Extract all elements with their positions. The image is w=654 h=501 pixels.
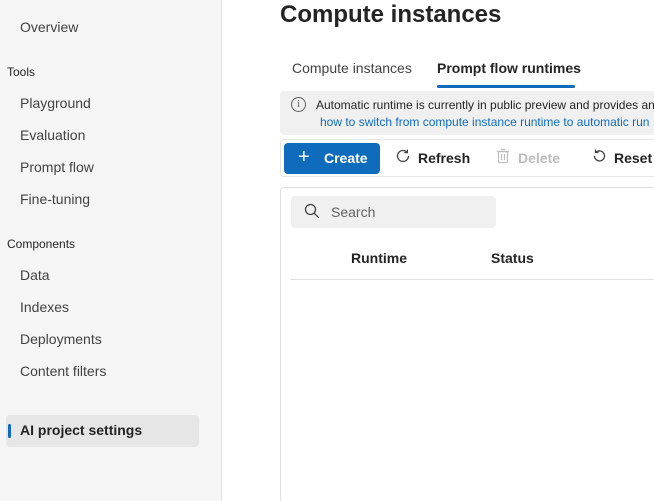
- nav-item-overview[interactable]: Overview: [20, 18, 78, 36]
- header-divider: [291, 279, 654, 280]
- nav-item-evaluation[interactable]: Evaluation: [20, 126, 85, 144]
- column-header-runtime[interactable]: Runtime: [351, 250, 407, 266]
- create-button[interactable]: + Create: [284, 143, 380, 174]
- banner-link[interactable]: how to switch from compute instance runt…: [320, 115, 649, 129]
- nav-item-fine-tuning[interactable]: Fine-tuning: [20, 190, 90, 208]
- active-indicator: [8, 424, 11, 438]
- banner-message: Automatic runtime is currently in public…: [316, 98, 654, 112]
- nav-item-data[interactable]: Data: [20, 266, 50, 284]
- create-label: Create: [324, 150, 368, 166]
- nav-item-content-filters[interactable]: Content filters: [20, 362, 106, 380]
- trash-icon: [494, 147, 512, 169]
- undo-icon: [590, 147, 608, 169]
- nav-item-playground[interactable]: Playground: [20, 94, 91, 112]
- search-input[interactable]: [331, 202, 481, 222]
- delete-label: Delete: [518, 150, 561, 166]
- plus-icon: +: [298, 146, 310, 168]
- info-banner: i Automatic runtime is currently in publ…: [280, 91, 654, 135]
- search-icon: [303, 202, 321, 220]
- page-title: Compute instances: [280, 1, 502, 28]
- runtimes-table: Runtime Status: [280, 187, 654, 501]
- tab-prompt-flow-runtimes[interactable]: Prompt flow runtimes: [437, 60, 581, 76]
- nav-group-tools-heading: Tools: [7, 65, 36, 79]
- left-nav: Overview Tools Playground Evaluation Pro…: [0, 0, 222, 501]
- active-tab-indicator: [437, 85, 575, 88]
- toolbar: + Create Refresh Delete Reset v: [280, 139, 654, 177]
- main-content: Compute instances Compute instances Prom…: [223, 0, 654, 501]
- tab-compute-instances[interactable]: Compute instances: [292, 60, 412, 76]
- nav-item-indexes[interactable]: Indexes: [20, 298, 69, 316]
- info-icon: i: [291, 97, 306, 112]
- refresh-icon: [394, 147, 412, 169]
- refresh-label: Refresh: [418, 150, 471, 166]
- reset-label: Reset v: [614, 150, 654, 166]
- column-header-status[interactable]: Status: [491, 250, 534, 266]
- nav-group-components-heading: Components: [7, 237, 76, 251]
- nav-item-label: AI project settings: [20, 422, 143, 438]
- nav-item-deployments[interactable]: Deployments: [20, 330, 102, 348]
- nav-item-ai-project-settings[interactable]: AI project settings: [6, 415, 199, 447]
- search-box[interactable]: [291, 196, 496, 228]
- nav-item-prompt-flow[interactable]: Prompt flow: [20, 158, 94, 176]
